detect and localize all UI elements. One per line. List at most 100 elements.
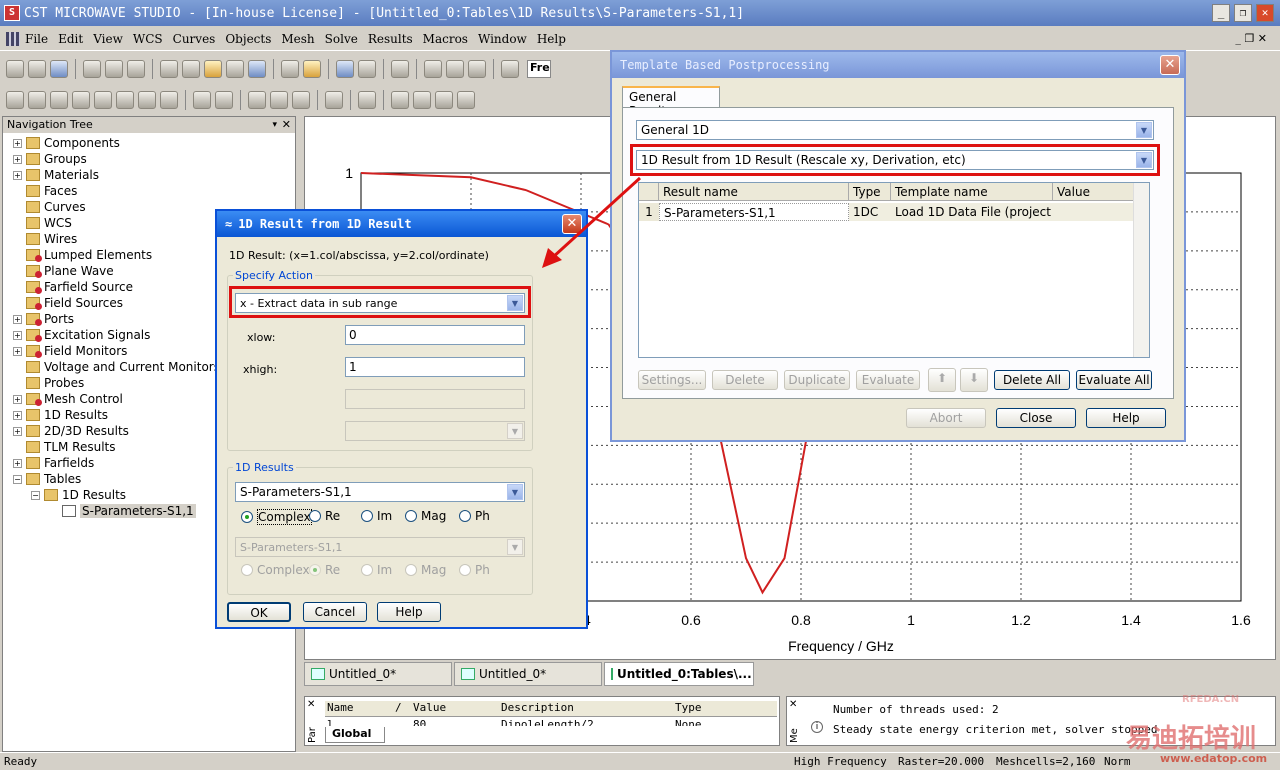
mirror-icon[interactable]: [468, 60, 486, 78]
minimize-button[interactable]: _: [1212, 4, 1230, 22]
extrude-icon[interactable]: [138, 91, 156, 109]
table-row[interactable]: l 80 DipoleLength/2 None: [325, 718, 777, 726]
units-icon[interactable]: [501, 60, 519, 78]
col-value[interactable]: Value: [413, 701, 446, 714]
torus-icon[interactable]: [94, 91, 112, 109]
radio-im-2[interactable]: Im: [361, 563, 392, 577]
help-button[interactable]: Help: [377, 602, 441, 622]
pick-point-icon[interactable]: [215, 91, 233, 109]
cancel-button[interactable]: Cancel: [303, 602, 367, 622]
xhigh-input[interactable]: 1: [345, 357, 525, 377]
result-icon[interactable]: [435, 91, 453, 109]
tree-item[interactable]: +Curves: [13, 199, 86, 215]
expand-icon[interactable]: +: [13, 170, 22, 180]
radio-complex[interactable]: Complex: [241, 509, 312, 525]
frequency-field[interactable]: Fre: [527, 60, 551, 78]
result-select-2[interactable]: S-Parameters-S1,1 ▼: [235, 537, 525, 557]
monitor-icon[interactable]: [391, 91, 409, 109]
col-type[interactable]: Type: [675, 701, 702, 714]
nav-close-icon[interactable]: ✕: [282, 117, 291, 133]
col-sort[interactable]: /: [395, 701, 402, 714]
menu-macros[interactable]: Macros: [418, 32, 473, 46]
menu-help[interactable]: Help: [532, 32, 571, 46]
tree-item[interactable]: +Voltage and Current Monitors: [13, 359, 220, 375]
settings-button[interactable]: Settings...: [638, 370, 706, 390]
menu-results[interactable]: Results: [363, 32, 418, 46]
menu-mesh[interactable]: Mesh: [276, 32, 319, 46]
expand-icon[interactable]: +: [13, 394, 22, 404]
solver-icon[interactable]: [358, 91, 376, 109]
cut-icon[interactable]: [105, 60, 123, 78]
menu-window[interactable]: Window: [473, 32, 532, 46]
col-type[interactable]: Type: [849, 183, 891, 201]
menu-view[interactable]: View: [88, 32, 128, 46]
cone-icon[interactable]: [72, 91, 90, 109]
tree-item[interactable]: + Materials: [13, 167, 99, 183]
menu-edit[interactable]: Edit: [53, 32, 88, 46]
sheet-tab-global[interactable]: Global: [325, 727, 385, 743]
tab-tables[interactable]: Untitled_0:Tables\...: [604, 662, 754, 686]
param-close-icon[interactable]: ✕: [307, 699, 315, 710]
expand-icon[interactable]: −: [31, 490, 40, 500]
tree-item[interactable]: + Farfields: [13, 455, 94, 471]
row-type[interactable]: 1DC: [849, 203, 891, 221]
close-button[interactable]: Close: [996, 408, 1076, 428]
settings-icon[interactable]: [303, 60, 321, 78]
tab-general-results[interactable]: General Results: [622, 86, 720, 118]
row-template-name[interactable]: Load 1D Data File (project ar: [891, 203, 1053, 221]
zoom-box-icon[interactable]: [248, 60, 266, 78]
close-window-button[interactable]: ✕: [1256, 4, 1274, 22]
new-file-icon[interactable]: [6, 60, 24, 78]
delete-all-button[interactable]: Delete All: [994, 370, 1070, 390]
tree-item[interactable]: − 1D Results: [31, 487, 126, 503]
menu-wcs[interactable]: WCS: [128, 32, 168, 46]
extra-select[interactable]: ▼: [345, 421, 525, 441]
grid-toggle-icon[interactable]: [358, 60, 376, 78]
xlow-input[interactable]: 0: [345, 325, 525, 345]
menu-file[interactable]: File: [20, 32, 53, 46]
msg-close-icon[interactable]: ✕: [789, 699, 797, 710]
expand-icon[interactable]: +: [13, 426, 22, 436]
print-icon[interactable]: [83, 60, 101, 78]
menu-solve[interactable]: Solve: [320, 32, 363, 46]
radio-ph[interactable]: Ph: [459, 509, 490, 523]
tree-item[interactable]: +Faces: [13, 183, 77, 199]
copy-icon[interactable]: [127, 60, 145, 78]
ok-button[interactable]: OK: [227, 602, 291, 622]
radio-ph-2[interactable]: Ph: [459, 563, 490, 577]
tree-item[interactable]: + Ports: [13, 311, 74, 327]
result-select[interactable]: S-Parameters-S1,1 ▼: [235, 482, 525, 502]
expand-icon[interactable]: +: [13, 314, 22, 324]
probe-icon[interactable]: [413, 91, 431, 109]
expand-icon[interactable]: +: [13, 410, 22, 420]
radio-re[interactable]: Re: [309, 509, 340, 523]
expand-icon[interactable]: +: [13, 138, 22, 148]
transform-icon[interactable]: [424, 60, 442, 78]
tree-item[interactable]: +Lumped Elements: [13, 247, 152, 263]
tab-untitled-schematic[interactable]: Untitled_0*: [454, 662, 602, 686]
col-name[interactable]: Name: [327, 701, 354, 714]
boundary-icon[interactable]: [270, 91, 288, 109]
tree-item[interactable]: + Field Monitors: [13, 343, 127, 359]
tree-item[interactable]: +Farfield Source: [13, 279, 133, 295]
tree-item[interactable]: +S-Parameters-S1,1: [49, 503, 196, 519]
help-button[interactable]: Help: [1086, 408, 1166, 428]
menu-objects[interactable]: Objects: [220, 32, 276, 46]
expand-icon[interactable]: +: [13, 346, 22, 356]
row-value[interactable]: [1053, 203, 1135, 221]
port-icon[interactable]: [248, 91, 266, 109]
expand-icon[interactable]: +: [13, 330, 22, 340]
tree-item[interactable]: + Excitation Signals: [13, 327, 150, 343]
move-down-icon[interactable]: ⬇: [960, 368, 988, 392]
tree-item[interactable]: +Probes: [13, 375, 84, 391]
cylinder-icon[interactable]: [50, 91, 68, 109]
tree-item[interactable]: + Groups: [13, 151, 87, 167]
evaluate-all-button[interactable]: Evaluate All: [1076, 370, 1152, 390]
delete-button[interactable]: Delete: [712, 370, 778, 390]
zoom-icon[interactable]: [226, 60, 244, 78]
col-description[interactable]: Description: [501, 701, 574, 714]
expand-icon[interactable]: +: [13, 458, 22, 468]
duplicate-button[interactable]: Duplicate: [784, 370, 850, 390]
radio-re-2[interactable]: Re: [309, 563, 340, 577]
brick-icon[interactable]: [6, 91, 24, 109]
